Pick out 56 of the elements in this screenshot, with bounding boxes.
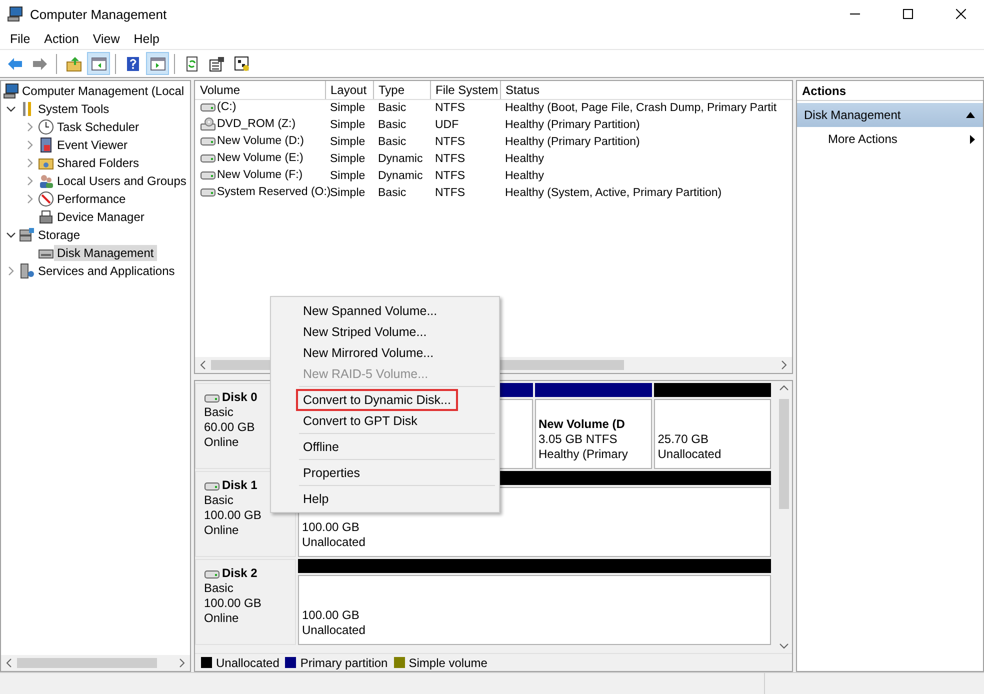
table-cell: Simple	[330, 153, 366, 165]
disk-type: Basic	[204, 405, 234, 420]
table-cell: Basic	[378, 119, 406, 131]
table-cell: Healthy	[505, 153, 544, 165]
table-cell: Healthy (Primary Partition)	[505, 136, 640, 148]
disk-name: Disk 2	[222, 566, 258, 581]
table-cell: Healthy (Primary Partition)	[505, 119, 640, 131]
table-cell: Simple	[330, 136, 366, 148]
disk-type: Basic	[204, 493, 234, 508]
table-cell: NTFS	[435, 136, 466, 148]
partition-detail: Unallocated	[302, 623, 366, 638]
table-cell: NTFS	[435, 102, 466, 114]
partition-detail: 100.00 GB	[302, 608, 360, 623]
legend-label: Unallocated	[216, 656, 280, 670]
table-cell: NTFS	[435, 170, 466, 182]
table-cell: Healthy (Boot, Page File, Crash Dump, Primary Partit	[505, 102, 777, 114]
disk-size: 100.00 GB	[204, 508, 262, 523]
partition-detail: Unallocated	[302, 535, 366, 550]
partition-detail: Healthy (Primary	[538, 447, 629, 462]
disk-name: Disk 0	[222, 390, 258, 405]
actions-heading: Actions	[797, 81, 983, 101]
table-cell: Dynamic	[378, 153, 423, 165]
window-title: Computer Management	[30, 6, 168, 22]
table-cell: Simple	[330, 170, 366, 182]
disk-status: Online	[204, 435, 240, 450]
table-cell: Basic	[378, 136, 406, 148]
table-cell: Healthy (System, Active, Primary Partition)	[505, 187, 722, 199]
legend-label: Primary partition	[300, 656, 388, 670]
table-cell: Dynamic	[378, 170, 423, 182]
table-cell: System Reserved (O:)	[217, 186, 331, 198]
table-cell: Simple	[330, 187, 366, 199]
disk-status: Online	[204, 523, 240, 538]
disk-size: 60.00 GB	[204, 420, 256, 435]
disk-name: Disk 1	[222, 478, 258, 493]
table-cell: Basic	[378, 102, 406, 114]
partition-detail: 3.05 GB NTFS	[538, 432, 618, 447]
table-cell: Healthy	[505, 170, 544, 182]
table-cell: New Volume (E:)	[217, 152, 304, 164]
table-cell: DVD_ROM (Z:)	[217, 118, 296, 130]
partition-detail: 100.00 GB	[302, 520, 360, 535]
partition-detail: 25.70 GB	[658, 432, 710, 447]
table-cell: New Volume (F:)	[217, 168, 303, 180]
table-cell: Simple	[330, 119, 366, 131]
partition-detail: Unallocated	[658, 447, 722, 462]
disk-status: Online	[204, 611, 240, 626]
table-cell: Simple	[330, 102, 366, 114]
table-cell: New Volume (D:)	[217, 134, 304, 146]
table-cell: Basic	[378, 187, 406, 199]
partition-title: New Volume (D	[538, 417, 626, 432]
table-cell: NTFS	[435, 187, 466, 199]
disk-size: 100.00 GB	[204, 596, 262, 611]
table-cell: (C:)	[217, 100, 236, 112]
disk-type: Basic	[204, 581, 234, 596]
table-cell: NTFS	[435, 153, 466, 165]
table-cell: UDF	[435, 119, 459, 131]
legend-label: Simple volume	[408, 656, 488, 670]
